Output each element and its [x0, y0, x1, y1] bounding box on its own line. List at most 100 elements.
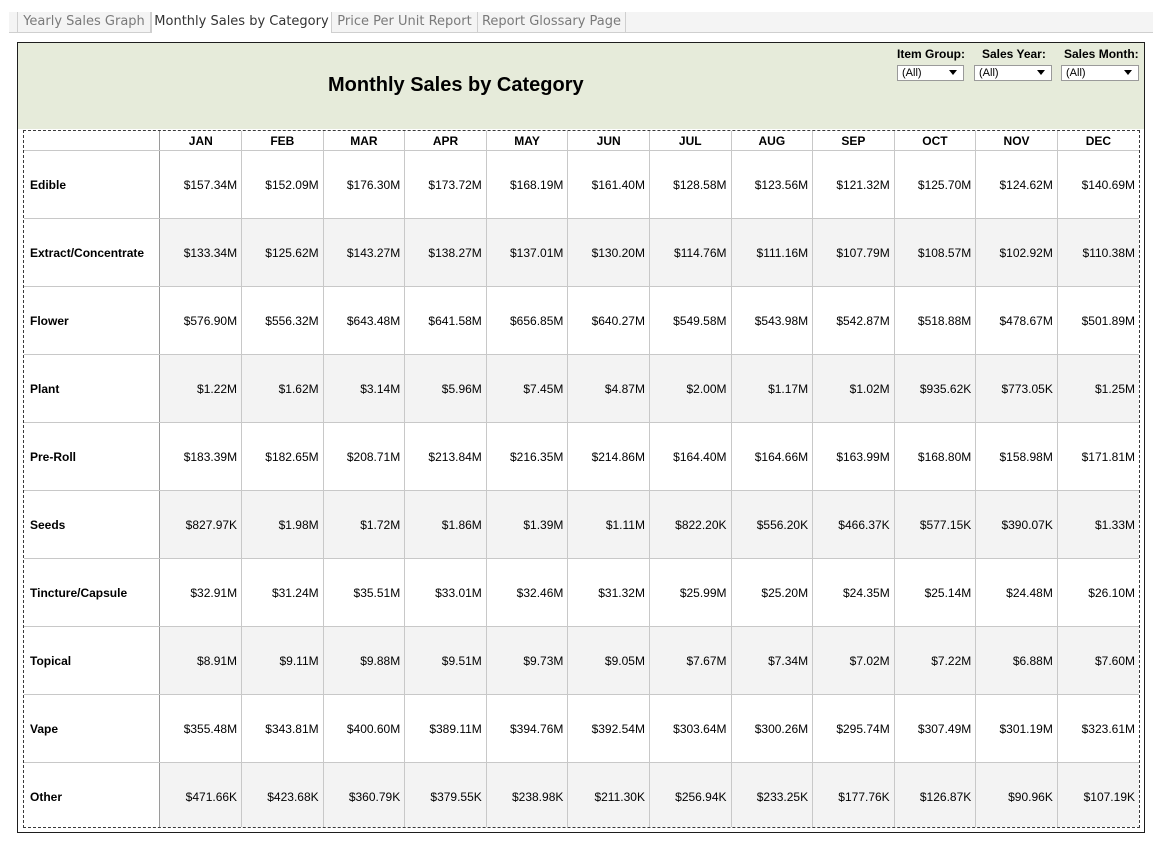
item-group-dropdown[interactable]: (All) — [897, 65, 964, 81]
sales-value-cell[interactable]: $300.26M — [731, 694, 814, 763]
row-header-category[interactable]: Vape — [24, 694, 161, 763]
sales-value-cell[interactable]: $233.25K — [731, 762, 814, 827]
sales-value-cell[interactable]: $110.38M — [1057, 218, 1139, 287]
sales-value-cell[interactable]: $25.20M — [731, 558, 814, 627]
sales-value-cell[interactable]: $556.32M — [241, 286, 324, 355]
sales-value-cell[interactable]: $323.61M — [1057, 694, 1139, 763]
row-header-category[interactable]: Other — [24, 762, 161, 827]
sales-value-cell[interactable]: $31.24M — [241, 558, 324, 627]
sales-value-cell[interactable]: $128.58M — [649, 150, 732, 219]
sales-month-dropdown[interactable]: (All) — [1061, 65, 1139, 81]
sales-value-cell[interactable]: $1.98M — [241, 490, 324, 559]
sales-value-cell[interactable]: $556.20K — [731, 490, 814, 559]
sales-value-cell[interactable]: $478.67M — [975, 286, 1058, 355]
sales-value-cell[interactable]: $107.19K — [1057, 762, 1139, 827]
sales-value-cell[interactable]: $307.49M — [894, 694, 977, 763]
sales-value-cell[interactable]: $173.72M — [404, 150, 487, 219]
sales-value-cell[interactable]: $32.91M — [159, 558, 243, 627]
sales-value-cell[interactable]: $935.62K — [894, 354, 977, 423]
sales-value-cell[interactable]: $1.11M — [567, 490, 650, 559]
tab-yearly-sales-graph[interactable]: Yearly Sales Graph — [17, 12, 151, 32]
row-header-category[interactable]: Flower — [24, 286, 161, 355]
sales-value-cell[interactable]: $32.46M — [486, 558, 569, 627]
row-header-category[interactable]: Edible — [24, 150, 161, 219]
sales-value-cell[interactable]: $111.16M — [731, 218, 814, 287]
sales-value-cell[interactable]: $168.80M — [894, 422, 977, 491]
sales-value-cell[interactable]: $543.98M — [731, 286, 814, 355]
sales-value-cell[interactable]: $7.34M — [731, 626, 814, 695]
row-header-category[interactable]: Plant — [24, 354, 161, 423]
sales-value-cell[interactable]: $549.58M — [649, 286, 732, 355]
sales-value-cell[interactable]: $114.76M — [649, 218, 732, 287]
sales-year-dropdown[interactable]: (All) — [974, 65, 1052, 81]
sales-value-cell[interactable]: $161.40M — [567, 150, 650, 219]
sales-value-cell[interactable]: $392.54M — [567, 694, 650, 763]
sales-value-cell[interactable]: $9.73M — [486, 626, 569, 695]
sales-value-cell[interactable]: $182.65M — [241, 422, 324, 491]
sales-value-cell[interactable]: $577.15K — [894, 490, 977, 559]
sales-value-cell[interactable]: $827.97K — [159, 490, 243, 559]
sales-value-cell[interactable]: $168.19M — [486, 150, 569, 219]
sales-value-cell[interactable]: $1.62M — [241, 354, 324, 423]
sales-value-cell[interactable]: $360.79K — [323, 762, 406, 827]
sales-value-cell[interactable]: $1.02M — [812, 354, 895, 423]
sales-value-cell[interactable]: $9.05M — [567, 626, 650, 695]
sales-value-cell[interactable]: $214.86M — [567, 422, 650, 491]
sales-value-cell[interactable]: $157.34M — [159, 150, 243, 219]
sales-value-cell[interactable]: $125.70M — [894, 150, 977, 219]
sales-value-cell[interactable]: $102.92M — [975, 218, 1058, 287]
sales-value-cell[interactable]: $379.55K — [404, 762, 487, 827]
sales-value-cell[interactable]: $466.37K — [812, 490, 895, 559]
sales-value-cell[interactable]: $1.86M — [404, 490, 487, 559]
sales-value-cell[interactable]: $518.88M — [894, 286, 977, 355]
sales-value-cell[interactable]: $5.96M — [404, 354, 487, 423]
sales-value-cell[interactable]: $643.48M — [323, 286, 406, 355]
sales-value-cell[interactable]: $163.99M — [812, 422, 895, 491]
sales-value-cell[interactable]: $183.39M — [159, 422, 243, 491]
sales-value-cell[interactable]: $4.87M — [567, 354, 650, 423]
sales-value-cell[interactable]: $400.60M — [323, 694, 406, 763]
sales-value-cell[interactable]: $177.76K — [812, 762, 895, 827]
sales-value-cell[interactable]: $176.30M — [323, 150, 406, 219]
sales-value-cell[interactable]: $303.64M — [649, 694, 732, 763]
sales-value-cell[interactable]: $9.51M — [404, 626, 487, 695]
row-header-category[interactable]: Tincture/Capsule — [24, 558, 161, 627]
tab-price-per-unit-report[interactable]: Price Per Unit Report — [332, 12, 478, 32]
sales-value-cell[interactable]: $25.14M — [894, 558, 977, 627]
sales-value-cell[interactable]: $121.32M — [812, 150, 895, 219]
tab-report-glossary-page[interactable]: Report Glossary Page — [478, 12, 626, 32]
row-header-category[interactable]: Topical — [24, 626, 161, 695]
sales-value-cell[interactable]: $1.17M — [731, 354, 814, 423]
sales-value-cell[interactable]: $124.62M — [975, 150, 1058, 219]
sales-value-cell[interactable]: $130.20M — [567, 218, 650, 287]
sales-value-cell[interactable]: $123.56M — [731, 150, 814, 219]
sales-value-cell[interactable]: $31.32M — [567, 558, 650, 627]
sales-value-cell[interactable]: $1.72M — [323, 490, 406, 559]
sales-value-cell[interactable]: $107.79M — [812, 218, 895, 287]
sales-value-cell[interactable]: $9.88M — [323, 626, 406, 695]
sales-value-cell[interactable]: $773.05K — [975, 354, 1058, 423]
sales-value-cell[interactable]: $108.57M — [894, 218, 977, 287]
sales-value-cell[interactable]: $152.09M — [241, 150, 324, 219]
sales-value-cell[interactable]: $501.89M — [1057, 286, 1139, 355]
sales-value-cell[interactable]: $26.10M — [1057, 558, 1139, 627]
sales-value-cell[interactable]: $640.27M — [567, 286, 650, 355]
sales-value-cell[interactable]: $213.84M — [404, 422, 487, 491]
sales-value-cell[interactable]: $33.01M — [404, 558, 487, 627]
sales-value-cell[interactable]: $3.14M — [323, 354, 406, 423]
sales-value-cell[interactable]: $143.27M — [323, 218, 406, 287]
sales-value-cell[interactable]: $211.30K — [567, 762, 650, 827]
sales-value-cell[interactable]: $208.71M — [323, 422, 406, 491]
sales-value-cell[interactable]: $25.99M — [649, 558, 732, 627]
sales-value-cell[interactable]: $355.48M — [159, 694, 243, 763]
sales-value-cell[interactable]: $423.68K — [241, 762, 324, 827]
sales-value-cell[interactable]: $133.34M — [159, 218, 243, 287]
sales-value-cell[interactable]: $1.33M — [1057, 490, 1139, 559]
sales-value-cell[interactable]: $1.39M — [486, 490, 569, 559]
sales-value-cell[interactable]: $295.74M — [812, 694, 895, 763]
sales-value-cell[interactable]: $126.87K — [894, 762, 977, 827]
sales-value-cell[interactable]: $24.35M — [812, 558, 895, 627]
sales-value-cell[interactable]: $6.88M — [975, 626, 1058, 695]
sales-value-cell[interactable]: $90.96K — [975, 762, 1058, 827]
sales-value-cell[interactable]: $2.00M — [649, 354, 732, 423]
